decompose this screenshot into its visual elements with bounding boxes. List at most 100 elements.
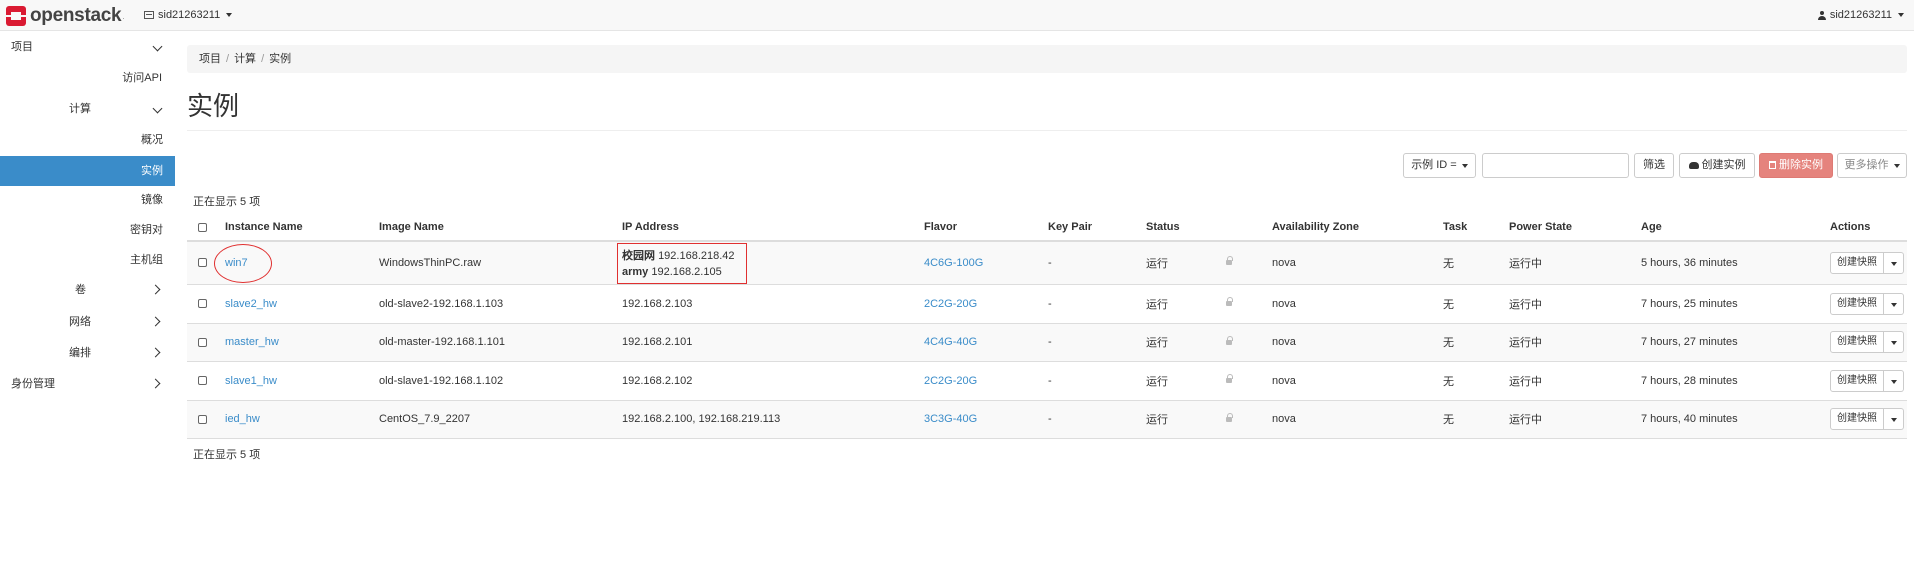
project-picker[interactable]: sid21263211 bbox=[144, 9, 233, 21]
sidebar-item-keypairs[interactable]: 密钥对 bbox=[0, 216, 175, 244]
instance-name-link[interactable]: master_hw bbox=[225, 336, 279, 348]
ip-address: 192.168.2.100, 192.168.219.113 bbox=[622, 399, 924, 439]
caret-down-icon bbox=[1898, 13, 1904, 17]
table-row: slave1_hw old-slave1-192.168.1.102 192.1… bbox=[187, 360, 1907, 400]
task: 无 bbox=[1443, 360, 1509, 400]
col-header-image-name[interactable]: Image Name bbox=[379, 214, 622, 242]
col-header-power-state[interactable]: Power State bbox=[1509, 214, 1641, 242]
table-header-row: Instance Name Image Name IP Address Flav… bbox=[187, 214, 1907, 242]
cloud-upload-icon bbox=[1688, 162, 1699, 169]
sidebar-item-identity[interactable]: 身份管理 bbox=[0, 370, 175, 398]
task: 无 bbox=[1443, 399, 1509, 439]
sidebar-item-label: 编排 bbox=[69, 347, 91, 359]
select-all-checkbox[interactable] bbox=[198, 222, 207, 232]
create-instance-button[interactable]: 创建实例 bbox=[1679, 153, 1755, 178]
age: 5 hours, 36 minutes bbox=[1641, 240, 1830, 284]
row-actions: 创建快照 bbox=[1830, 251, 1904, 274]
unlock-icon bbox=[1226, 256, 1233, 266]
table-row: slave2_hw old-slave2-192.168.1.103 192.1… bbox=[187, 283, 1907, 323]
create-instance-label: 创建实例 bbox=[1701, 159, 1746, 171]
col-header-instance-name[interactable]: Instance Name bbox=[225, 214, 379, 242]
sidebar-item-access-api[interactable]: 访问API bbox=[0, 64, 175, 92]
sidebar-item-label: 实例 bbox=[141, 165, 163, 177]
sidebar-item-label: 镜像 bbox=[141, 194, 163, 206]
table-row: win7 WindowsThinPC.raw 校园网 192.168.218.4… bbox=[187, 240, 1907, 284]
key-pair: - bbox=[1048, 322, 1146, 361]
row-checkbox[interactable] bbox=[198, 414, 207, 424]
instance-name-link[interactable]: ied_hw bbox=[225, 413, 260, 425]
sidebar-item-overview[interactable]: 概况 bbox=[0, 126, 175, 154]
brand-name: openstack bbox=[30, 5, 122, 26]
delete-instances-label: 删除实例 bbox=[1779, 159, 1823, 171]
col-header-task[interactable]: Task bbox=[1443, 214, 1509, 242]
unlock-icon bbox=[1226, 412, 1233, 422]
unlock-icon bbox=[1226, 374, 1233, 384]
breadcrumb-item-project[interactable]: 项目 bbox=[199, 53, 221, 65]
sidebar-item-orchestration[interactable]: 编排 bbox=[0, 339, 175, 367]
col-header-flavor[interactable]: Flavor bbox=[924, 214, 1048, 242]
divider bbox=[187, 130, 1907, 131]
power-state: 运行中 bbox=[1509, 240, 1641, 284]
instances-table: Instance Name Image Name IP Address Flav… bbox=[187, 214, 1907, 439]
row-checkbox[interactable] bbox=[198, 337, 207, 347]
create-snapshot-button[interactable]: 创建快照 bbox=[1830, 408, 1884, 430]
age: 7 hours, 25 minutes bbox=[1641, 283, 1830, 323]
sidebar-item-compute[interactable]: 计算 bbox=[0, 95, 175, 123]
instance-name-link[interactable]: slave2_hw bbox=[225, 298, 277, 310]
flavor-link[interactable]: 3C3G-40G bbox=[924, 413, 977, 425]
delete-instances-button[interactable]: 删除实例 bbox=[1759, 153, 1833, 178]
col-header-status[interactable]: Status bbox=[1146, 214, 1226, 242]
key-pair: - bbox=[1048, 360, 1146, 400]
sidebar-item-label: 计算 bbox=[69, 103, 91, 115]
user-menu[interactable]: sid21263211 bbox=[1817, 9, 1904, 21]
row-actions-dropdown[interactable] bbox=[1884, 331, 1904, 353]
sidebar-item-network[interactable]: 网络 bbox=[0, 308, 175, 336]
user-icon bbox=[1817, 10, 1826, 20]
row-actions-dropdown[interactable] bbox=[1884, 408, 1904, 430]
status: 运行 bbox=[1146, 283, 1226, 323]
breadcrumb-separator: / bbox=[226, 53, 230, 65]
breadcrumb: 项目 / 计算 / 实例 bbox=[187, 45, 1907, 73]
row-actions-dropdown[interactable] bbox=[1884, 251, 1904, 274]
row-checkbox[interactable] bbox=[198, 258, 207, 268]
create-snapshot-button[interactable]: 创建快照 bbox=[1830, 251, 1884, 274]
project-name: sid21263211 bbox=[158, 9, 221, 21]
flavor-link[interactable]: 4C6G-100G bbox=[924, 257, 983, 269]
filter-input[interactable] bbox=[1482, 153, 1629, 178]
ip-address: 192.168.2.103 bbox=[622, 283, 924, 323]
col-header-key-pair[interactable]: Key Pair bbox=[1048, 214, 1146, 242]
col-header-availability-zone[interactable]: Availability Zone bbox=[1272, 214, 1443, 242]
create-snapshot-button[interactable]: 创建快照 bbox=[1830, 369, 1884, 392]
key-pair: - bbox=[1048, 399, 1146, 439]
image-name: old-master-192.168.1.101 bbox=[379, 322, 622, 361]
col-header-status-lock bbox=[1226, 214, 1272, 242]
sidebar-item-server-groups[interactable]: 主机组 bbox=[0, 246, 175, 274]
sidebar-item-instances[interactable]: 实例 bbox=[0, 156, 175, 186]
sidebar-item-images[interactable]: 镜像 bbox=[0, 186, 175, 214]
key-pair: - bbox=[1048, 240, 1146, 284]
flavor-link[interactable]: 4C4G-40G bbox=[924, 336, 977, 348]
flavor-link[interactable]: 2C2G-20G bbox=[924, 298, 977, 310]
instance-name-link[interactable]: slave1_hw bbox=[225, 375, 277, 387]
create-snapshot-button[interactable]: 创建快照 bbox=[1830, 331, 1884, 353]
col-header-ip-address[interactable]: IP Address bbox=[622, 214, 924, 242]
sidebar-item-project[interactable]: 项目 bbox=[0, 33, 175, 61]
filter-button[interactable]: 筛选 bbox=[1634, 153, 1674, 178]
age: 7 hours, 27 minutes bbox=[1641, 322, 1830, 361]
sidebar-item-volumes[interactable]: 卷 bbox=[0, 276, 175, 304]
breadcrumb-item-compute[interactable]: 计算 bbox=[234, 53, 256, 65]
row-actions-dropdown[interactable] bbox=[1884, 292, 1904, 315]
col-header-age[interactable]: Age bbox=[1641, 214, 1830, 242]
row-checkbox[interactable] bbox=[198, 299, 207, 309]
unlock-icon bbox=[1226, 335, 1233, 345]
row-actions-dropdown[interactable] bbox=[1884, 369, 1904, 392]
ip-address: 192.168.2.101 bbox=[622, 322, 924, 361]
row-checkbox[interactable] bbox=[198, 376, 207, 386]
more-actions-button[interactable]: 更多操作 bbox=[1837, 153, 1907, 178]
power-state: 运行中 bbox=[1509, 322, 1641, 361]
create-snapshot-button[interactable]: 创建快照 bbox=[1830, 292, 1884, 315]
filter-field-select[interactable]: 示例 ID = bbox=[1403, 153, 1476, 178]
openstack-logo[interactable]: openstack . bbox=[6, 5, 125, 27]
item-count-bottom: 正在显示 5 项 bbox=[193, 449, 261, 461]
flavor-link[interactable]: 2C2G-20G bbox=[924, 375, 977, 387]
